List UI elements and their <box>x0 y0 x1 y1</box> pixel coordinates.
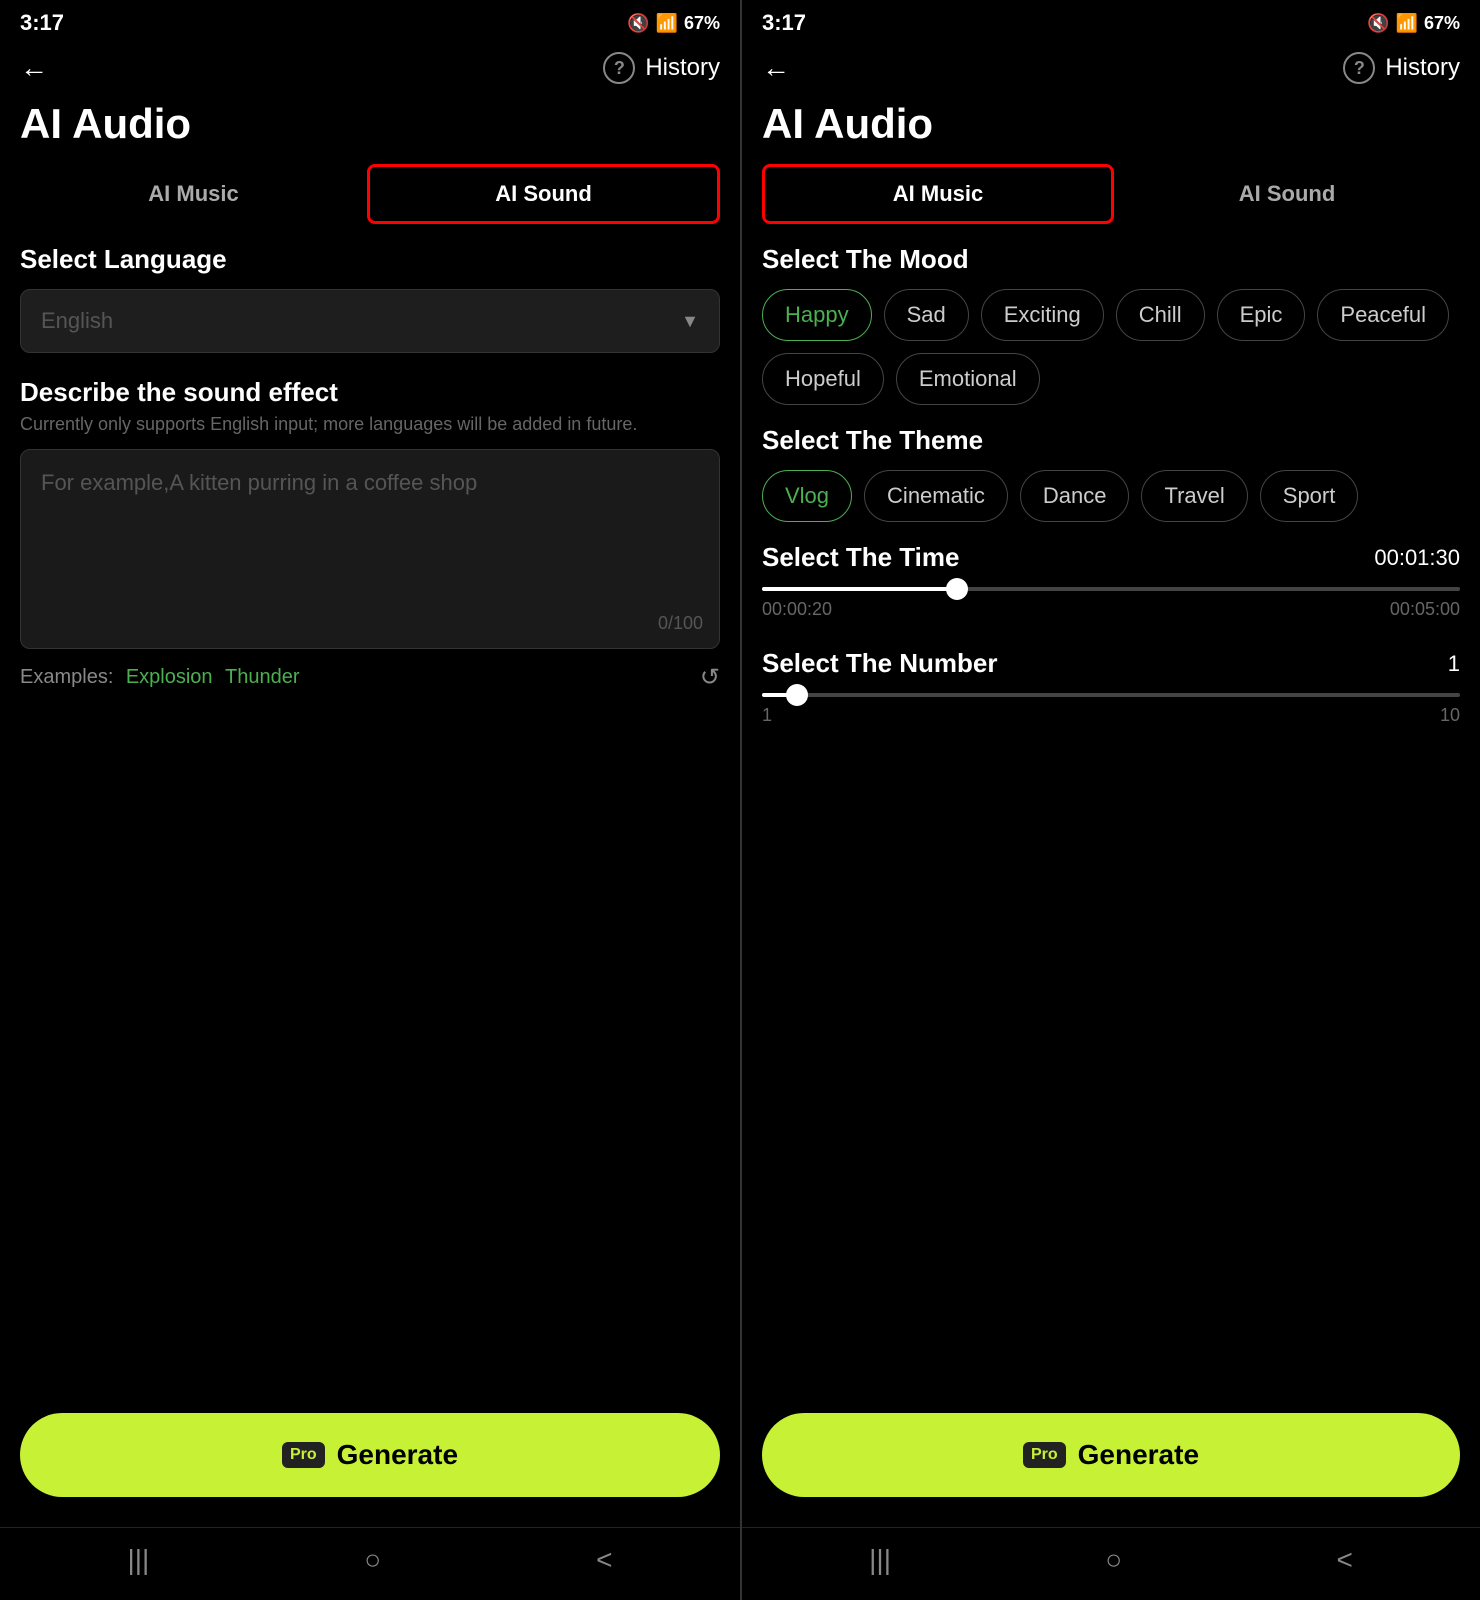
language-value: English <box>41 308 113 334</box>
chip-cinematic[interactable]: Cinematic <box>864 470 1008 522</box>
chip-hopeful[interactable]: Hopeful <box>762 353 884 405</box>
language-dropdown[interactable]: English ▼ <box>20 289 720 353</box>
menu-nav-right[interactable]: ||| <box>869 1544 891 1576</box>
signal-icon: 🔇 <box>627 13 649 34</box>
battery-icon: 67% <box>684 13 720 34</box>
back-button-left[interactable]: ← <box>20 52 48 84</box>
language-label: Select Language <box>20 244 720 275</box>
status-icons-left: 🔇 📶 67% <box>627 13 720 34</box>
history-button-left[interactable]: History <box>645 54 720 82</box>
time-slider-label: Select The Time <box>762 542 960 573</box>
time-max-label: 00:05:00 <box>1390 599 1460 620</box>
examples-row: Examples: Explosion Thunder ↺ <box>20 663 720 692</box>
content-left: Select Language English ▼ Describe the s… <box>0 244 740 1393</box>
status-bar-left: 3:17 🔇 📶 67% <box>0 0 740 42</box>
status-bar-right: 3:17 🔇 📶 67% <box>742 0 1480 42</box>
history-button-right[interactable]: History <box>1385 54 1460 82</box>
chip-chill[interactable]: Chill <box>1116 289 1205 341</box>
examples-section: Examples: Explosion Thunder <box>20 666 300 689</box>
back-nav-left[interactable]: < <box>596 1544 612 1576</box>
chip-epic[interactable]: Epic <box>1217 289 1306 341</box>
text-area-placeholder: For example,A kitten purring in a coffee… <box>41 470 699 496</box>
number-min-label: 1 <box>762 705 772 726</box>
bottom-nav-left: ||| ○ < <box>0 1527 740 1600</box>
help-button-right[interactable]: ? <box>1343 52 1375 84</box>
time-slider-fill <box>762 587 957 591</box>
bottom-nav-right: ||| ○ < <box>742 1527 1480 1600</box>
chip-exciting[interactable]: Exciting <box>981 289 1104 341</box>
time-slider-track[interactable] <box>762 587 1460 591</box>
generate-label-left: Generate <box>337 1439 458 1471</box>
theme-label: Select The Theme <box>762 425 1460 456</box>
text-area-counter: 0/100 <box>658 613 703 634</box>
number-max-label: 10 <box>1440 705 1460 726</box>
time-slider-section: Select The Time 00:01:30 00:00:20 00:05:… <box>762 542 1460 620</box>
theme-chips: Vlog Cinematic Dance Travel Sport <box>762 470 1460 522</box>
time-slider-thumb[interactable] <box>946 578 968 600</box>
describe-title: Describe the sound effect <box>20 377 720 408</box>
text-area-box[interactable]: For example,A kitten purring in a coffee… <box>20 449 720 649</box>
generate-label-right: Generate <box>1078 1439 1199 1471</box>
number-slider-label: Select The Number <box>762 648 998 679</box>
describe-subtitle: Currently only supports English input; m… <box>20 414 720 435</box>
back-nav-right[interactable]: < <box>1336 1544 1352 1576</box>
chip-vlog[interactable]: Vlog <box>762 470 852 522</box>
chip-peaceful[interactable]: Peaceful <box>1317 289 1449 341</box>
pro-badge-left: Pro <box>282 1442 325 1468</box>
generate-button-right[interactable]: Pro Generate <box>762 1413 1460 1497</box>
home-nav-right[interactable]: ○ <box>1105 1544 1122 1576</box>
signal-icon-right: 🔇 <box>1367 13 1389 34</box>
chip-happy[interactable]: Happy <box>762 289 872 341</box>
mood-chips: Happy Sad Exciting Chill Epic Peaceful H… <box>762 289 1460 405</box>
top-right-right: ? History <box>1343 52 1460 84</box>
chip-sad[interactable]: Sad <box>884 289 969 341</box>
left-panel: 3:17 🔇 📶 67% ← ? History AI Audio AI Mus… <box>0 0 740 1600</box>
example-explosion[interactable]: Explosion <box>126 666 213 688</box>
status-time-right: 3:17 <box>762 10 806 36</box>
wifi-icon: 📶 <box>656 13 678 34</box>
page-title-left: AI Audio <box>0 90 740 164</box>
chip-dance[interactable]: Dance <box>1020 470 1130 522</box>
status-icons-right: 🔇 📶 67% <box>1367 13 1460 34</box>
wifi-icon-right: 📶 <box>1396 13 1418 34</box>
dropdown-arrow: ▼ <box>681 311 699 332</box>
pro-badge-right: Pro <box>1023 1442 1066 1468</box>
page-title-right: AI Audio <box>742 90 1480 164</box>
examples-label: Examples: <box>20 666 113 688</box>
tab-ai-sound-left[interactable]: AI Sound <box>367 164 720 224</box>
right-panel: 3:17 🔇 📶 67% ← ? History AI Audio AI Mus… <box>740 0 1480 1600</box>
tabs-right: AI Music AI Sound <box>762 164 1460 224</box>
number-slider-thumb[interactable] <box>786 684 808 706</box>
chip-emotional[interactable]: Emotional <box>896 353 1040 405</box>
number-slider-header: Select The Number 1 <box>762 648 1460 679</box>
tab-ai-music-right[interactable]: AI Music <box>762 164 1114 224</box>
time-slider-value: 00:01:30 <box>1374 545 1460 571</box>
tab-ai-sound-right[interactable]: AI Sound <box>1114 164 1460 224</box>
number-slider-labels: 1 10 <box>762 705 1460 726</box>
back-button-right[interactable]: ← <box>762 52 790 84</box>
content-right: Select The Mood Happy Sad Exciting Chill… <box>742 244 1480 1393</box>
time-slider-labels: 00:00:20 00:05:00 <box>762 599 1460 620</box>
time-min-label: 00:00:20 <box>762 599 832 620</box>
time-slider-header: Select The Time 00:01:30 <box>762 542 1460 573</box>
home-nav-left[interactable]: ○ <box>364 1544 381 1576</box>
status-time-left: 3:17 <box>20 10 64 36</box>
tab-ai-music-left[interactable]: AI Music <box>20 164 367 224</box>
chip-travel[interactable]: Travel <box>1141 470 1247 522</box>
number-slider-value: 1 <box>1448 651 1460 677</box>
number-slider-section: Select The Number 1 1 10 <box>762 648 1460 726</box>
menu-nav-left[interactable]: ||| <box>127 1544 149 1576</box>
top-bar-right: ← ? History <box>742 42 1480 90</box>
top-bar-left: ← ? History <box>0 42 740 90</box>
chip-sport[interactable]: Sport <box>1260 470 1359 522</box>
example-thunder[interactable]: Thunder <box>225 666 300 688</box>
refresh-icon[interactable]: ↺ <box>700 663 720 692</box>
mood-label: Select The Mood <box>762 244 1460 275</box>
help-button-left[interactable]: ? <box>603 52 635 84</box>
tabs-left: AI Music AI Sound <box>20 164 720 224</box>
battery-icon-right: 67% <box>1424 13 1460 34</box>
generate-button-left[interactable]: Pro Generate <box>20 1413 720 1497</box>
top-right-left: ? History <box>603 52 720 84</box>
number-slider-track[interactable] <box>762 693 1460 697</box>
